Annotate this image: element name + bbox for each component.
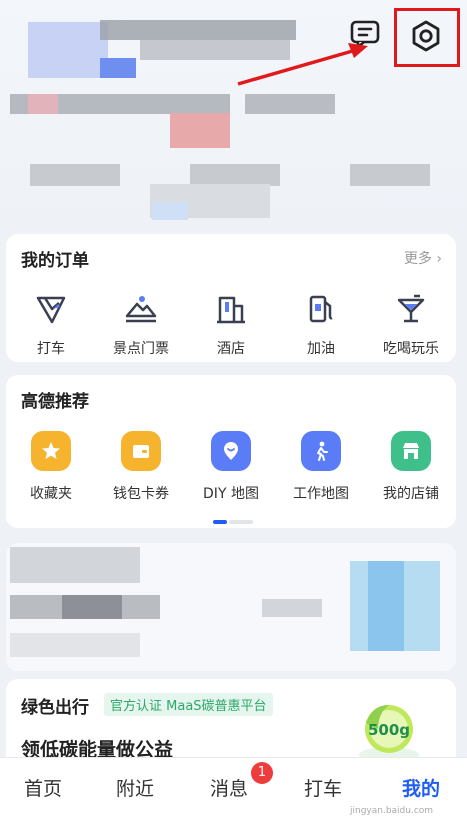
recommend-label: 钱包卡券: [113, 486, 169, 502]
more-label: 更多: [403, 251, 432, 267]
profile-header: [0, 0, 467, 232]
username-blur-2: [140, 40, 290, 60]
promo-image-blur-2: [368, 561, 404, 651]
order-taxi[interactable]: 打车: [6, 288, 96, 358]
promo-banner[interactable]: [6, 543, 456, 671]
stats-blur: [245, 94, 335, 114]
order-fuel[interactable]: 加油: [276, 288, 366, 358]
gear-icon[interactable]: [406, 16, 446, 56]
promo-blur-4: [262, 599, 322, 617]
recommend-my-shop[interactable]: 我的店铺: [366, 431, 456, 503]
watermark: jingyan.baidu.com: [350, 806, 434, 816]
stats-blur-4: [350, 164, 430, 186]
avatar[interactable]: [28, 22, 108, 78]
level-red-blur: [28, 94, 58, 114]
recommend-label: 我的店铺: [383, 486, 439, 502]
green-certification-tag: 官方认证 MaaS碳普惠平台: [104, 693, 273, 716]
avatar-block: [100, 58, 136, 78]
more-link[interactable]: 更多 ›: [404, 248, 442, 268]
order-label: 景点门票: [113, 341, 169, 357]
recommend-card: 高德推荐 收藏夹 钱包卡券 DIY 地图 工作地图 我的店铺: [6, 375, 456, 528]
tab-messages[interactable]: 消息: [210, 774, 248, 801]
energy-badge-label: 500g: [368, 721, 410, 739]
star-icon: [31, 431, 71, 471]
order-label: 吃喝玩乐: [383, 341, 439, 357]
promo-blur-3: [62, 595, 122, 619]
recommend-work-map[interactable]: 工作地图: [276, 431, 366, 503]
tab-taxi[interactable]: 打车: [304, 774, 342, 801]
promo-blur-1: [10, 547, 140, 583]
recommend-favorites[interactable]: 收藏夹: [6, 431, 96, 503]
stats-blue-blur: [152, 202, 188, 220]
order-label: 加油: [307, 341, 335, 357]
order-hotel[interactable]: 酒店: [186, 288, 276, 358]
shop-icon: [391, 431, 431, 471]
tab-home[interactable]: 首页: [24, 774, 62, 801]
diy-map-icon: [211, 431, 251, 471]
work-map-icon: [301, 431, 341, 471]
recommend-wallet[interactable]: 钱包卡券: [96, 431, 186, 503]
order-label: 酒店: [217, 341, 245, 357]
tab-nearby[interactable]: 附近: [116, 774, 154, 801]
section-title: 绿色出行: [21, 698, 89, 718]
cocktail-icon: [390, 288, 432, 330]
section-title: 高德推荐: [21, 392, 89, 412]
tab-mine[interactable]: 我的: [402, 774, 440, 801]
recommend-diy-map[interactable]: DIY 地图: [186, 431, 276, 503]
recommend-label: 收藏夹: [30, 486, 72, 502]
taxi-icon: [30, 288, 72, 330]
order-label: 打车: [37, 341, 65, 357]
wallet-icon: [121, 431, 161, 471]
stats-blur-2: [30, 164, 120, 186]
stats-blur-3: [190, 164, 280, 186]
messages-count-badge: 1: [251, 762, 273, 784]
page-indicator: [213, 520, 253, 524]
fuel-icon: [300, 288, 342, 330]
section-title: 我的订单: [21, 251, 89, 271]
chevron-right-icon: ›: [436, 251, 442, 267]
my-orders-card: 我的订单 更多 › 打车 景点门票 酒店 加油 吃喝玩乐: [6, 234, 456, 362]
promo-blur-5: [10, 633, 140, 657]
recommend-label: DIY 地图: [203, 486, 259, 502]
hotel-icon: [210, 288, 252, 330]
green-travel-card[interactable]: 绿色出行 官方认证 MaaS碳普惠平台 领低碳能量做公益 500g: [6, 679, 456, 769]
stats-red-blur: [170, 113, 230, 148]
message-icon[interactable]: [348, 19, 382, 49]
energy-badge-icon: 500g: [359, 705, 419, 761]
username-blur: [100, 20, 296, 40]
scenic-ticket-icon: [120, 288, 162, 330]
order-scenic-ticket[interactable]: 景点门票: [96, 288, 186, 358]
recommend-label: 工作地图: [293, 486, 349, 502]
order-entertainment[interactable]: 吃喝玩乐: [366, 288, 456, 358]
